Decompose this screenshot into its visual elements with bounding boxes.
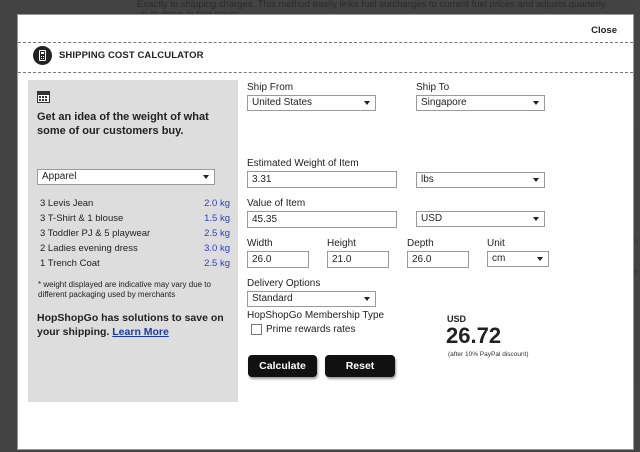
item-name: 1 Trench Coat — [40, 258, 100, 269]
membership-type-label: HopShopGo Membership Type — [247, 310, 385, 321]
item-name: 3 Toddler PJ & 5 playwear — [40, 228, 151, 239]
item-value-input[interactable]: 45.35 — [247, 211, 397, 228]
item-name: 2 Ladies evening dress — [40, 243, 138, 254]
item-weight: 3.0 kg — [204, 243, 230, 254]
item-weight: 1.5 kg — [204, 213, 230, 224]
height-input[interactable]: 21.0 — [327, 251, 389, 268]
weight-disclaimer: * weight displayed are indicative may va… — [38, 280, 211, 299]
list-item: 3 Levis Jean 2.0 kg — [40, 196, 230, 211]
ship-from-value: United States — [252, 97, 313, 108]
list-item: 3 T-Shirt & 1 blouse 1.5 kg — [40, 211, 230, 226]
list-item: 3 Toddler PJ & 5 playwear 2.5 kg — [40, 226, 230, 241]
weight-guide-heading: Get an idea of the weight of what some o… — [37, 111, 209, 137]
item-name: 3 T-Shirt & 1 blouse — [40, 213, 124, 224]
chevron-down-icon — [533, 217, 539, 221]
discount-note: (after 10% PayPal discount) — [448, 351, 529, 358]
prime-rewards-label: Prime rewards rates — [266, 324, 356, 335]
list-item: 1 Trench Coat 2.5 kg — [40, 256, 230, 271]
calculator-icon — [33, 46, 52, 65]
weight-input[interactable]: 3.31 — [247, 171, 397, 188]
chevron-down-icon — [364, 297, 370, 301]
savings-message: HopShopGo has solutions to save on your … — [37, 311, 233, 339]
width-input[interactable]: 26.0 — [247, 251, 309, 268]
delivery-options-label: Delivery Options — [247, 278, 321, 289]
prime-rewards-checkbox[interactable] — [251, 324, 262, 335]
ship-from-label: Ship From — [247, 82, 294, 93]
depth-input[interactable]: 26.0 — [407, 251, 469, 268]
chevron-down-icon — [537, 257, 543, 261]
dimension-unit-value: cm — [492, 253, 506, 264]
shipping-cost-result: 26.72 — [446, 323, 502, 348]
ship-to-value: Singapore — [421, 97, 467, 108]
ship-from-select[interactable]: United States — [247, 95, 376, 111]
list-item: 2 Ladies evening dress 3.0 kg — [40, 241, 230, 256]
depth-label: Depth — [407, 238, 434, 249]
item-weight: 2.0 kg — [204, 198, 230, 209]
modal-title: SHIPPING COST CALCULATOR — [59, 50, 204, 61]
chevron-down-icon — [533, 101, 539, 105]
chevron-down-icon — [533, 178, 539, 182]
calculate-button[interactable]: Calculate — [248, 355, 317, 377]
ship-to-select[interactable]: Singapore — [416, 95, 545, 111]
delivery-options-select[interactable]: Standard — [247, 291, 376, 307]
weight-unit-select[interactable]: lbs — [416, 172, 545, 188]
category-select[interactable]: Apparel — [37, 169, 215, 185]
divider — [18, 42, 633, 43]
item-weight: 2.5 kg — [204, 258, 230, 269]
chevron-down-icon — [203, 175, 209, 179]
chevron-down-icon — [364, 101, 370, 105]
ship-to-label: Ship To — [416, 82, 450, 93]
weight-guide-list: 3 Levis Jean 2.0 kg 3 T-Shirt & 1 blouse 1… — [40, 196, 230, 271]
weight-unit-value: lbs — [421, 174, 434, 185]
currency-value: USD — [421, 213, 443, 224]
close-button[interactable]: Close — [591, 25, 617, 36]
weight-label: Estimated Weight of Item — [247, 158, 359, 169]
reset-button[interactable]: Reset — [325, 355, 395, 377]
category-select-value: Apparel — [42, 171, 77, 182]
divider — [18, 72, 633, 73]
learn-more-link[interactable]: Learn More — [112, 326, 169, 338]
dimension-unit-select[interactable]: cm — [487, 251, 549, 267]
item-weight: 2.5 kg — [204, 228, 230, 239]
unit-label: Unit — [487, 238, 505, 249]
item-value-label: Value of Item — [247, 198, 306, 209]
width-label: Width — [247, 238, 273, 249]
shipping-calculator-modal: Close SHIPPING COST CALCULATOR Get an id… — [17, 14, 634, 450]
delivery-options-value: Standard — [252, 293, 293, 304]
currency-select[interactable]: USD — [416, 211, 545, 227]
weight-guide-panel: Get an idea of the weight of what some o… — [28, 80, 238, 402]
item-name: 3 Levis Jean — [40, 198, 94, 209]
calendar-icon — [37, 91, 50, 103]
height-label: Height — [327, 238, 356, 249]
